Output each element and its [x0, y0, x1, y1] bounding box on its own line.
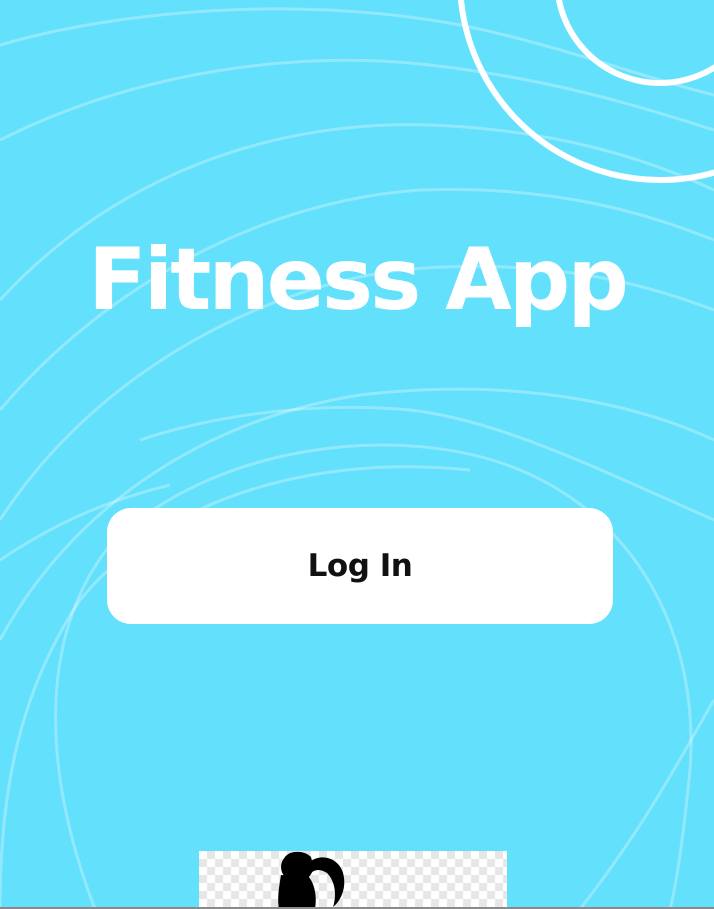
login-button-label: Log In [307, 548, 413, 584]
person-illustration [199, 851, 507, 909]
welcome-screen: Fitness App Log In [0, 0, 714, 909]
topographic-background [0, 0, 714, 909]
app-title: Fitness App [88, 230, 629, 330]
login-button[interactable]: Log In [107, 508, 613, 624]
